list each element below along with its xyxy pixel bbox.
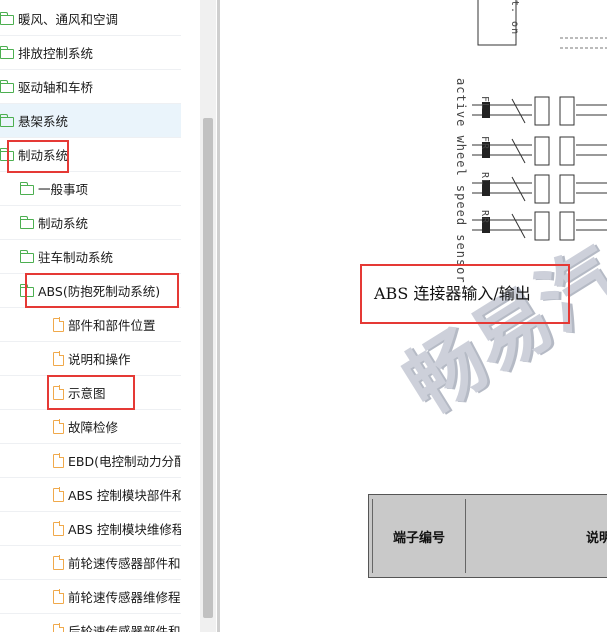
folder-open-icon bbox=[0, 147, 14, 161]
section-title: ABS 连接器输入/输出 bbox=[374, 284, 531, 303]
document-icon bbox=[53, 487, 65, 502]
folder-open-icon bbox=[19, 283, 34, 297]
wheel-label-fl: FL bbox=[479, 96, 490, 111]
tree-item-abs-module-components[interactable]: ABS 控制模块部件和部 bbox=[0, 478, 181, 512]
document-icon bbox=[53, 351, 65, 366]
scrollbar-thumb[interactable] bbox=[203, 118, 213, 618]
tree-item-label: 说明和操作 bbox=[68, 352, 131, 367]
table-header-description: 说明 bbox=[466, 499, 607, 573]
tree-item-label: 故障检修 bbox=[68, 420, 119, 435]
document-icon bbox=[53, 419, 65, 434]
tree-item-label: 制动系统 bbox=[18, 148, 69, 163]
tree-item-driveshaft-axle[interactable]: 驱动轴和车桥 bbox=[0, 70, 181, 104]
tree-item-label: 示意图 bbox=[68, 386, 106, 401]
folder-icon bbox=[0, 45, 14, 59]
tree-item-hvac[interactable]: 暖风、通风和空调 bbox=[0, 2, 181, 36]
tree-item-ebd[interactable]: EBD(电控制动力分配)说 bbox=[0, 444, 181, 478]
tree-item-label: ABS 控制模块维修程序 bbox=[68, 522, 181, 537]
tree-item-label: 一般事项 bbox=[38, 182, 89, 197]
tree-item-brake-system-sub[interactable]: 制动系统 bbox=[0, 206, 181, 240]
document-icon bbox=[53, 555, 65, 570]
tree-item-label: 排放控制系统 bbox=[18, 46, 94, 61]
sensor-label: active wheel speed sensor bbox=[454, 78, 468, 284]
tree-item-label: 暖风、通风和空调 bbox=[18, 12, 119, 27]
folder-icon bbox=[19, 215, 34, 229]
folder-icon bbox=[0, 11, 14, 25]
tree-item-label: ABS 控制模块部件和部 bbox=[68, 488, 181, 503]
tree-item-label: 前轮速传感器维修程序 bbox=[68, 590, 181, 605]
document-icon bbox=[53, 589, 65, 604]
wheel-label-rr: RR bbox=[479, 210, 490, 225]
document-icon bbox=[53, 317, 65, 332]
connector-table: 端子编号 说明 bbox=[368, 494, 607, 578]
document-icon bbox=[53, 453, 65, 468]
tree-item-label: 悬架系统 bbox=[18, 114, 69, 129]
tree-item-front-sensor-components[interactable]: 前轮速传感器部件和部 bbox=[0, 546, 181, 580]
tree-item-front-sensor-repair[interactable]: 前轮速传感器维修程序 bbox=[0, 580, 181, 614]
tree-item-label: 前轮速传感器部件和部 bbox=[68, 556, 181, 571]
tree-item-rear-sensor-components[interactable]: 后轮速传感器部件和部 bbox=[0, 614, 181, 632]
folder-icon bbox=[0, 113, 14, 127]
tree-item-label: 驻车制动系统 bbox=[38, 250, 114, 265]
folder-icon bbox=[0, 79, 14, 93]
tree-item-emission-control[interactable]: 排放控制系统 bbox=[0, 36, 181, 70]
navigation-tree: 暖风、通风和空调 排放控制系统 驱动轴和车桥 悬架系统 制动系统 一般事项 制动… bbox=[0, 0, 200, 632]
tree-item-label: EBD(电控制动力分配)说 bbox=[68, 454, 181, 469]
document-icon bbox=[53, 385, 65, 400]
tree-item-label: ABS(防抱死制动系统) bbox=[38, 284, 161, 299]
document-icon bbox=[53, 521, 65, 536]
tree-item-label: 制动系统 bbox=[38, 216, 89, 231]
table-header-terminal: 端子编号 bbox=[372, 499, 466, 573]
tree-item-description[interactable]: 说明和操作 bbox=[0, 342, 181, 376]
tree-item-abs-module-repair[interactable]: ABS 控制模块维修程序 bbox=[0, 512, 181, 546]
wheel-label-rl: RL bbox=[479, 172, 490, 187]
tree-item-parking-brake[interactable]: 驻车制动系统 bbox=[0, 240, 181, 274]
tree-item-label: 驱动轴和车桥 bbox=[18, 80, 94, 95]
tree-item-schematic[interactable]: 示意图 bbox=[0, 376, 181, 410]
connector-label: t. on bbox=[509, 0, 520, 36]
tree-item-label: 部件和部件位置 bbox=[68, 318, 156, 333]
folder-icon bbox=[19, 181, 34, 195]
tree-item-brake-system[interactable]: 制动系统 bbox=[0, 138, 181, 172]
tree-scrollbar[interactable] bbox=[200, 0, 216, 632]
document-icon bbox=[53, 623, 65, 632]
tree-item-components[interactable]: 部件和部件位置 bbox=[0, 308, 181, 342]
folder-icon bbox=[19, 249, 34, 263]
wheel-label-fr: FR bbox=[479, 136, 490, 151]
tree-item-label: 后轮速传感器部件和部 bbox=[68, 624, 181, 632]
tree-item-general[interactable]: 一般事项 bbox=[0, 172, 181, 206]
tree-item-abs[interactable]: ABS(防抱死制动系统) bbox=[0, 274, 181, 308]
document-view: active wheel speed sensor t. on FL FR RL… bbox=[220, 0, 607, 632]
tree-item-troubleshooting[interactable]: 故障检修 bbox=[0, 410, 181, 444]
tree-item-suspension[interactable]: 悬架系统 bbox=[0, 104, 181, 138]
